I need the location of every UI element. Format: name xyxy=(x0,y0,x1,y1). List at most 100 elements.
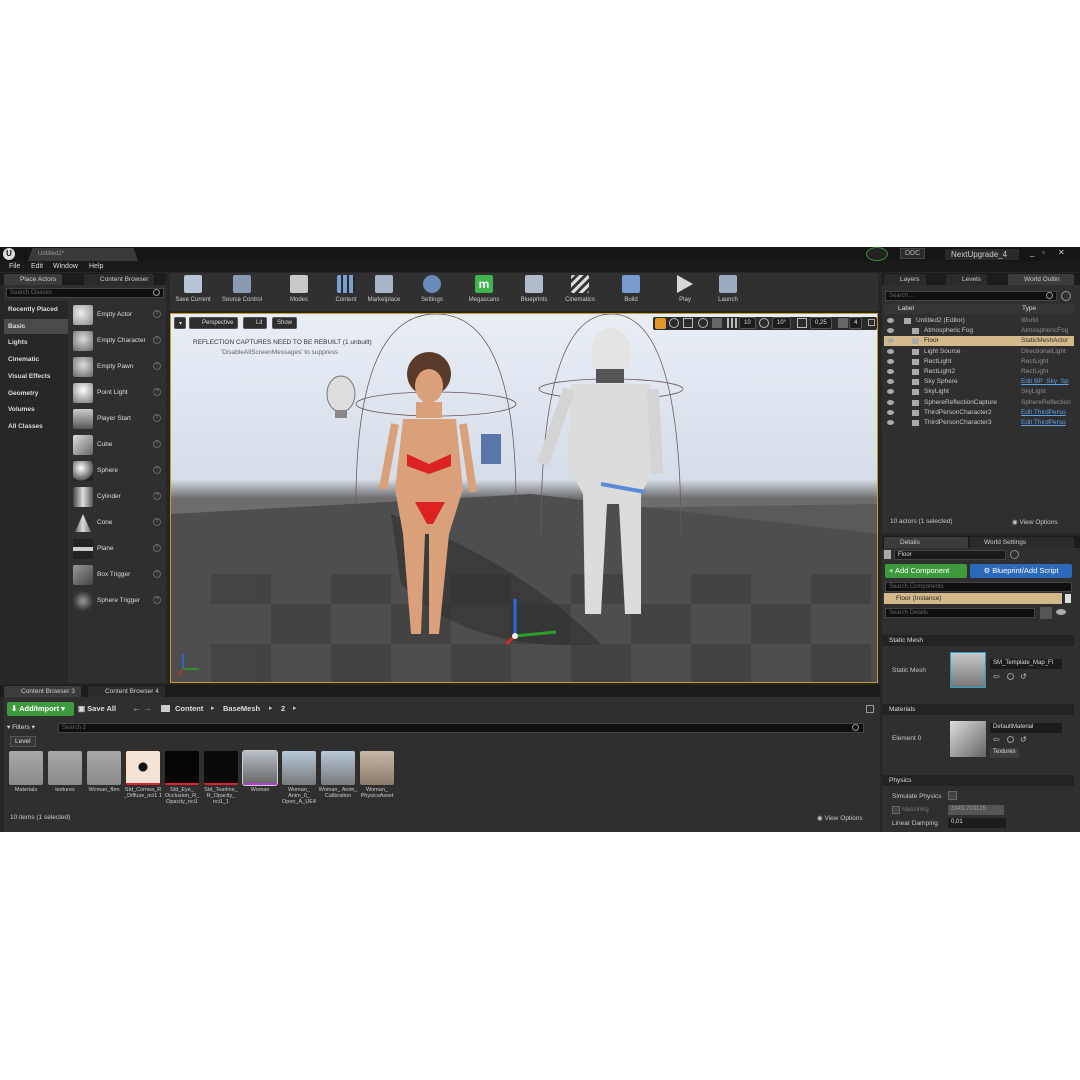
source-control-button[interactable]: Source Control xyxy=(218,275,266,309)
outliner-view-options[interactable]: ◉ View Options xyxy=(1012,518,1058,526)
outliner-row[interactable]: RectLight RectLight xyxy=(884,357,1074,367)
visibility-eye-icon[interactable] xyxy=(887,358,894,364)
perspective-button[interactable]: Perspective xyxy=(189,317,239,329)
visibility-eye-icon[interactable] xyxy=(887,409,894,415)
actor-cone[interactable]: Cone? xyxy=(72,512,164,536)
marketplace-button[interactable]: Marketplace xyxy=(364,275,404,309)
cinematics-button[interactable]: Cinematics xyxy=(560,275,600,309)
add-import-button[interactable]: ⬇ Add/Import ▾ xyxy=(7,702,74,716)
tab-world-outliner[interactable]: World Outlin xyxy=(1008,274,1074,285)
filters-button[interactable]: ▾ Filters ▾ xyxy=(7,723,35,731)
actor-name-input[interactable]: Floor xyxy=(894,550,1006,560)
category-basic[interactable]: Basic xyxy=(4,319,68,334)
close-button[interactable]: ✕ xyxy=(1058,248,1065,257)
level-viewport[interactable]: ▾ Perspective Lit Show REFLECTION CAPTUR… xyxy=(170,313,878,683)
source-control-icon[interactable] xyxy=(866,247,888,261)
column-type[interactable]: Type xyxy=(1022,305,1036,312)
launch-button[interactable]: Launch xyxy=(712,275,744,309)
visibility-eye-icon[interactable] xyxy=(887,399,894,405)
visibility-eye-icon[interactable] xyxy=(887,318,894,323)
visibility-eye-icon[interactable] xyxy=(887,369,894,374)
outliner-row-type[interactable]: Edit ThirdPerso xyxy=(1021,419,1073,426)
material-thumbnail[interactable] xyxy=(950,721,986,757)
section-static-mesh[interactable]: Static Mesh xyxy=(882,635,1074,646)
outliner-row-type[interactable]: Edit BP_Sky_Sp xyxy=(1021,378,1073,385)
actor-cube[interactable]: Cube? xyxy=(72,434,164,458)
breadcrumb-folder-2[interactable]: 2 xyxy=(281,704,285,713)
category-visual-effects[interactable]: Visual Effects xyxy=(4,369,68,384)
category-lights[interactable]: Lights xyxy=(4,335,68,350)
asset-item[interactable]: Std_Cornea_R _Diffuse_nci1 1 xyxy=(124,751,162,799)
blueprint-add-script-button[interactable]: ⚙ Blueprint/Add Script xyxy=(970,564,1072,578)
ddc-button[interactable]: DDC xyxy=(900,248,926,259)
actor-sphere[interactable]: Sphere? xyxy=(72,460,164,484)
outliner-search-input[interactable]: Search... xyxy=(885,291,1057,301)
column-label[interactable]: Label xyxy=(898,305,914,312)
outliner-row[interactable]: SkyLight SkyLight xyxy=(884,387,1074,397)
menu-file[interactable]: File xyxy=(9,263,20,270)
save-current-button[interactable]: Save Current xyxy=(172,275,214,309)
folder-item[interactable]: Materials xyxy=(9,751,43,793)
surface-snap-icon[interactable] xyxy=(712,318,722,328)
outliner-row[interactable]: Atmospheric Fog AtmosphericFog xyxy=(884,326,1074,336)
scale-snap-icon[interactable] xyxy=(797,318,807,328)
outliner-row[interactable]: Light Source DirectionalLight xyxy=(884,347,1074,357)
category-geometry[interactable]: Geometry xyxy=(4,386,68,401)
history-forward-icon[interactable]: → xyxy=(143,703,152,713)
help-icon[interactable]: ? xyxy=(153,388,161,396)
visibility-eye-icon[interactable] xyxy=(887,420,894,425)
linear-damping-input[interactable]: 0,01 xyxy=(948,818,1006,828)
asset-item[interactable]: Woman_ Anim_0_ Open_A_UE4 xyxy=(282,751,316,805)
breadcrumb-separator-icon[interactable]: ▸ xyxy=(211,704,215,712)
modes-button[interactable]: Modes xyxy=(284,275,314,309)
breadcrumb-separator-icon[interactable]: ▸ xyxy=(293,704,297,712)
rotation-snap-value[interactable]: 10° xyxy=(772,317,792,329)
maximize-viewport-icon[interactable] xyxy=(868,319,875,326)
menu-edit[interactable]: Edit xyxy=(31,263,43,270)
outliner-row-type[interactable]: Edit ThirdPerso xyxy=(1021,409,1073,416)
search-components-input[interactable]: Search Components xyxy=(885,582,1072,592)
asset-item[interactable]: Woman xyxy=(242,750,278,793)
category-cinematic[interactable]: Cinematic xyxy=(4,352,68,367)
help-icon[interactable]: ? xyxy=(153,518,161,526)
component-scroll-handle[interactable] xyxy=(1065,594,1071,603)
rotate-tool-icon[interactable] xyxy=(669,318,679,328)
help-icon[interactable]: ? xyxy=(153,466,161,474)
tab-details[interactable]: Details xyxy=(884,537,968,548)
help-icon[interactable]: ? xyxy=(153,492,161,500)
help-icon[interactable]: ? xyxy=(153,310,161,318)
content-button[interactable]: Content xyxy=(331,275,361,309)
asset-item[interactable]: Std_Eye_ Occlusion_R_ Opacity_nci1 xyxy=(165,751,199,805)
actor-cylinder[interactable]: Cylinder? xyxy=(72,486,164,510)
asset-item[interactable]: Woman_ PhysicsAsset xyxy=(360,751,394,799)
history-back-icon[interactable]: ← xyxy=(132,703,141,713)
reset-icon[interactable]: ↺ xyxy=(1020,672,1027,681)
breadcrumb-basemesh[interactable]: BaseMesh xyxy=(223,704,260,713)
actor-point-light[interactable]: Point Light? xyxy=(72,382,164,406)
mass-override-checkbox[interactable] xyxy=(892,806,900,814)
tab-levels[interactable]: Levels xyxy=(946,274,987,285)
help-icon[interactable]: ? xyxy=(153,570,161,578)
asset-item[interactable]: Std_Tearline_ R_Opacity_ nci1_1 xyxy=(204,751,238,805)
category-recently-placed[interactable]: Recently Placed xyxy=(4,302,68,317)
save-all-button[interactable]: ▣ Save All xyxy=(78,704,116,713)
content-view-options[interactable]: ◉ View Options xyxy=(817,814,863,822)
tab-place-actors[interactable]: Place Actors xyxy=(4,274,63,285)
lock-icon[interactable] xyxy=(1010,550,1019,559)
scale-tool-icon[interactable] xyxy=(683,318,693,328)
category-all-classes[interactable]: All Classes xyxy=(4,419,68,434)
section-materials[interactable]: Materials xyxy=(882,704,1074,715)
world-space-icon[interactable] xyxy=(698,318,708,328)
tab-world-settings[interactable]: World Settings xyxy=(970,537,1074,548)
visibility-eye-icon[interactable] xyxy=(887,379,894,385)
actor-empty-character[interactable]: Empty Character? xyxy=(72,330,164,354)
outliner-row[interactable]: Untitled2 (Editor) World xyxy=(884,316,1074,326)
outliner-row[interactable]: Sky Sphere Edit BP_Sky_Sp xyxy=(884,377,1074,387)
simulate-physics-checkbox[interactable] xyxy=(948,791,957,800)
details-eye-icon[interactable] xyxy=(1056,609,1066,615)
help-icon[interactable]: ? xyxy=(153,544,161,552)
megascans-button[interactable]: m Megascans xyxy=(464,275,504,309)
visibility-eye-icon[interactable] xyxy=(887,389,894,395)
document-tab[interactable]: Untitled2* xyxy=(28,248,138,261)
show-button[interactable]: Show xyxy=(272,317,298,329)
